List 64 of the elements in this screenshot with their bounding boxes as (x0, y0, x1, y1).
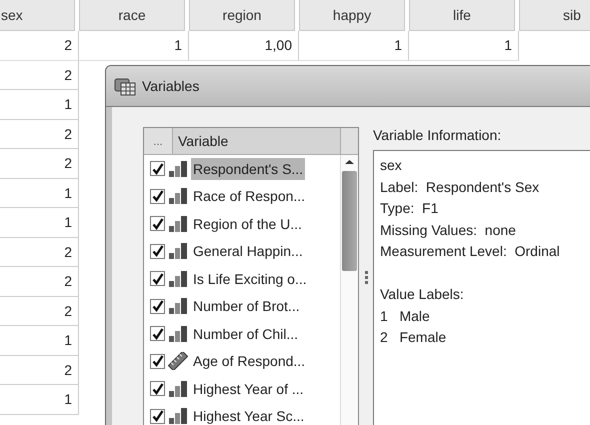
column-header[interactable]: happy (299, 0, 405, 31)
table-cell: 2 (0, 296, 79, 326)
scrollbar[interactable] (340, 155, 358, 425)
bar-chart-icon (168, 270, 188, 288)
table-cell: 2 (0, 267, 79, 296)
table-cell: 2 (0, 149, 79, 178)
table-cell: 2 (0, 238, 79, 267)
bar-chart-icon (168, 160, 188, 178)
table-cell: 2 (0, 31, 79, 60)
column-header[interactable]: region (189, 0, 295, 31)
info-line: Type: F1 (380, 199, 440, 218)
bar-chart-icon (168, 242, 188, 260)
checkbox[interactable] (150, 244, 165, 259)
variable-item[interactable]: Age of Respond... (191, 350, 308, 372)
bar-chart-icon (168, 324, 188, 343)
checkbox[interactable] (150, 161, 165, 176)
variable-item[interactable]: Race of Respon... (191, 185, 308, 208)
table-cell: 1 (0, 326, 79, 356)
column-header[interactable]: sex (0, 0, 75, 31)
table-cell: 1 (0, 385, 79, 414)
column-header[interactable]: sib (519, 0, 590, 31)
info-line: Label: Respondent's Sex (380, 178, 540, 197)
value-labels-heading: Value Labels: (380, 285, 465, 304)
table-cell: 2 (0, 120, 79, 149)
bar-chart-icon (168, 187, 188, 206)
variable-item[interactable]: Region of the U... (191, 212, 304, 235)
table-cell: 2 (0, 60, 79, 90)
info-line: Missing Values: none (380, 220, 517, 240)
info-line: sex (380, 156, 403, 175)
table-cell: 1 (0, 178, 79, 208)
column-header[interactable]: life (409, 0, 515, 31)
info-heading: Variable Information: (373, 127, 502, 143)
bar-chart-icon (168, 297, 188, 316)
column-header[interactable]: Variable (173, 128, 341, 154)
checkbox[interactable] (150, 381, 165, 396)
variable-item[interactable]: Number of Brot... (191, 295, 302, 318)
checkbox[interactable] (150, 188, 165, 204)
variable-item[interactable]: Highest Year of ... (191, 378, 306, 400)
table-cell: 1 (0, 90, 79, 120)
variable-item[interactable]: Highest Year Sc... (191, 405, 306, 425)
variable-item[interactable]: Respondent's S... (191, 158, 306, 180)
info-line: Measurement Level: Ordinal (380, 242, 561, 261)
checkbox[interactable] (150, 271, 165, 286)
table-cell: 1 (409, 31, 519, 60)
variable-item[interactable]: General Happin... (191, 240, 305, 262)
checkbox[interactable] (150, 408, 165, 424)
table-cell: 1 (0, 208, 79, 238)
table-cell: 1 (79, 31, 189, 60)
bar-chart-icon (168, 380, 188, 398)
table-cell: 2 (0, 356, 79, 385)
value-label: 2 Female (380, 328, 448, 347)
variable-item[interactable]: Number of Chil... (191, 322, 300, 345)
checkbox[interactable] (150, 326, 165, 342)
table-cell: 1,00 (189, 31, 299, 60)
checkbox[interactable] (150, 216, 165, 232)
window-title: Variables (142, 78, 200, 94)
column-header[interactable]: race (79, 0, 185, 31)
checkbox[interactable] (150, 354, 165, 369)
value-label: 1 Male (380, 306, 431, 326)
bar-chart-icon (168, 214, 188, 233)
table-cell: 1 (299, 31, 409, 60)
table-icon (114, 76, 136, 96)
variable-item[interactable]: Is Life Exciting o... (191, 268, 309, 290)
checkbox[interactable] (150, 298, 165, 314)
